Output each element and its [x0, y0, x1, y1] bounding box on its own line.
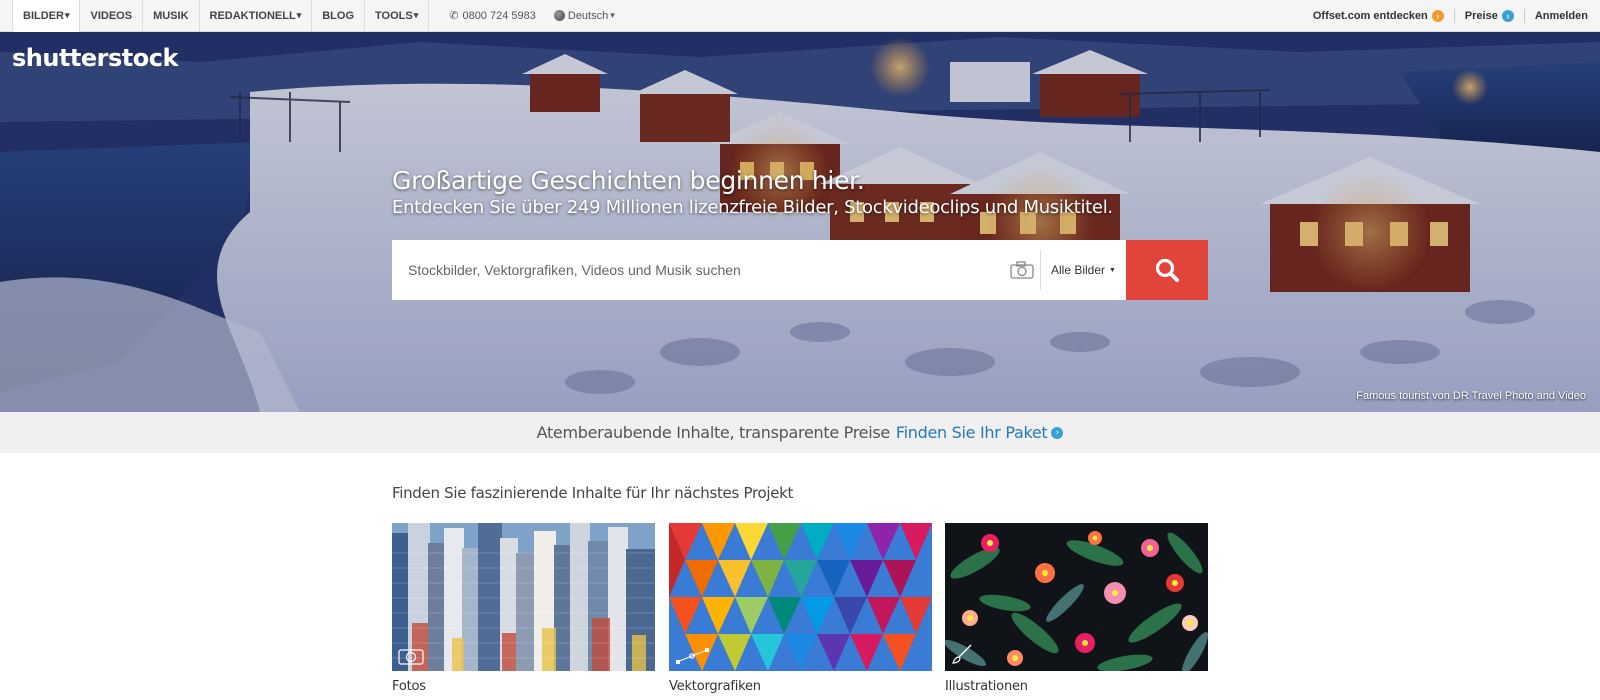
category-label-illustrationen: Illustrationen — [945, 679, 1028, 694]
nav-blog[interactable]: BLOG — [312, 0, 365, 32]
category-image-fotos — [392, 523, 655, 671]
top-nav: BILDER ▾ VIDEOS MUSIK REDAKTIONELL ▾ BLOG … — [0, 0, 1600, 32]
hero-banner: shutterstock Großartige Geschichten begi… — [0, 32, 1600, 412]
offset-link-label: Offset.com entdecken — [1312, 9, 1428, 22]
top-nav-right: Offset.com entdecken › Preise › Anmelden — [1312, 8, 1600, 23]
pen-tool-icon — [676, 648, 709, 664]
pricing-band: Atemberaubende Inhalte, transparente Pre… — [0, 412, 1600, 453]
search-icon — [1155, 258, 1179, 282]
caret-down-icon: ▼ — [1109, 266, 1116, 274]
category-image-illustrationen — [945, 523, 1208, 671]
category-card-vektorgrafiken[interactable]: Vektorgrafiken — [669, 523, 932, 694]
login-link-label: Anmelden — [1534, 9, 1588, 22]
language-label: Deutsch — [567, 9, 609, 22]
offset-link[interactable]: Offset.com entdecken › — [1312, 9, 1444, 22]
nav-musik-label: MUSIK — [153, 9, 189, 22]
arrow-right-circle-icon: › — [1501, 9, 1514, 22]
hero-title: Großartige Geschichten beginnen hier. — [392, 166, 865, 195]
nav-tools[interactable]: TOOLS ▾ — [365, 0, 430, 32]
phone-icon: ✆ — [449, 10, 459, 22]
search-input[interactable] — [392, 240, 1004, 300]
category-label-vektorgrafiken: Vektorgrafiken — [669, 679, 761, 694]
chevron-down-icon: ▾ — [610, 10, 615, 20]
section-title: Finden Sie faszinierende Inhalte für Ihr… — [392, 484, 794, 502]
nav-bilder-label: BILDER — [23, 9, 64, 22]
category-image-vektorgrafiken — [669, 523, 932, 671]
chevron-down-icon: ▾ — [413, 10, 419, 20]
arrow-right-circle-icon: › — [1431, 9, 1444, 22]
hero-background-image — [0, 32, 1600, 412]
shutterstock-logo[interactable]: shutterstock — [12, 44, 178, 72]
category-card-fotos[interactable]: Fotos — [392, 523, 655, 694]
nav-videos-label: VIDEOS — [90, 9, 133, 22]
globe-icon — [553, 10, 565, 21]
arrow-right-circle-icon: › — [1051, 426, 1064, 439]
pricing-band-text: Atemberaubende Inhalte, transparente Pre… — [536, 423, 891, 442]
pricing-link-label: Preise — [1464, 9, 1498, 22]
language-selector[interactable]: Deutsch ▾ — [553, 9, 615, 22]
phone-number-text: 0800 724 5983 — [462, 9, 536, 22]
search-scope-label: Alle Bilder — [1051, 263, 1106, 277]
nav-videos[interactable]: VIDEOS — [80, 0, 144, 32]
login-link[interactable]: Anmelden — [1535, 10, 1588, 22]
find-package-label: Finden Sie Ihr Paket — [895, 423, 1048, 442]
pricing-link[interactable]: Preise › — [1464, 9, 1514, 22]
search-bar: Alle Bilder ▼ — [392, 240, 1208, 300]
camera-icon — [398, 649, 424, 665]
image-credit[interactable]: Famous tourist von DR Travel Photo and V… — [1356, 390, 1586, 402]
hero-subtitle: Entdecken Sie über 249 Millionen lizenzf… — [392, 197, 1113, 218]
chevron-down-icon: ▾ — [64, 10, 70, 20]
nav-tools-label: TOOLS — [375, 9, 413, 22]
search-scope-dropdown[interactable]: Alle Bilder ▼ — [1041, 240, 1126, 300]
nav-musik[interactable]: MUSIK — [143, 0, 200, 32]
search-button[interactable] — [1126, 240, 1208, 300]
category-label-fotos: Fotos — [392, 679, 426, 694]
nav-blog-label: BLOG — [322, 9, 354, 22]
find-package-link[interactable]: Finden Sie Ihr Paket › — [895, 423, 1064, 442]
nav-bilder[interactable]: BILDER ▾ — [12, 0, 81, 32]
phone-number: ✆ 0800 724 5983 — [449, 9, 536, 23]
category-card-illustrationen[interactable]: Illustrationen — [945, 523, 1208, 694]
nav-redaktionell-label: REDAKTIONELL — [209, 9, 296, 22]
camera-icon[interactable] — [1004, 240, 1040, 300]
divider — [1523, 8, 1525, 23]
divider — [1453, 8, 1455, 23]
brush-icon — [952, 644, 972, 664]
chevron-down-icon: ▾ — [296, 10, 302, 20]
nav-redaktionell[interactable]: REDAKTIONELL ▾ — [200, 0, 313, 32]
